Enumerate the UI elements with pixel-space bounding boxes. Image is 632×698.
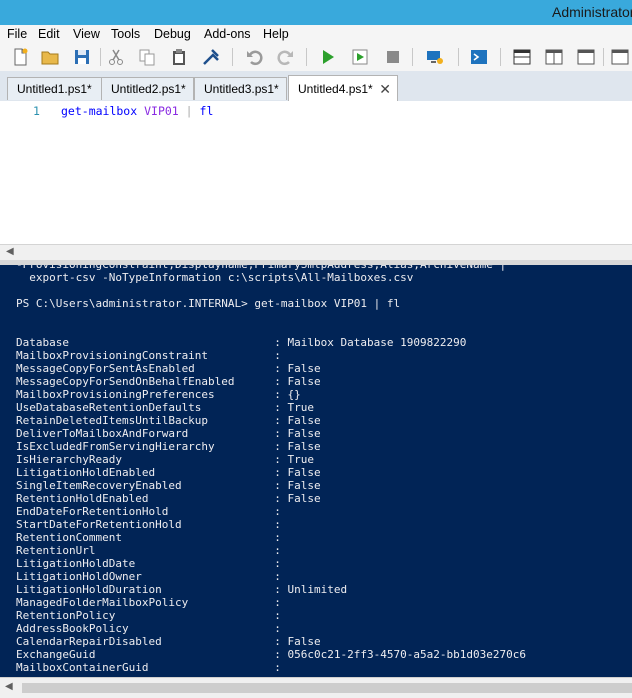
property-line: RetainDeletedItemsUntilBackup : False — [16, 414, 321, 427]
scroll-thumb[interactable] — [22, 683, 632, 693]
property-line: Database : Mailbox Database 1909822290 — [16, 336, 467, 349]
show-script-maximized-icon[interactable] — [576, 47, 596, 67]
remote-powershell-icon[interactable] — [425, 47, 445, 67]
save-icon[interactable] — [72, 47, 92, 67]
property-line: MailboxProvisioningPreferences : {} — [16, 388, 301, 401]
property-line: MailboxContainerGuid : — [16, 661, 288, 674]
property-line: RetentionHoldEnabled : False — [16, 492, 321, 505]
script-editor[interactable]: 1 get-mailbox VIP01 | fl — [0, 101, 632, 244]
property-line: LitigationHoldEnabled : False — [16, 466, 321, 479]
console-output: -ProvisioningConstraint,Displayname,Prim… — [16, 265, 526, 674]
property-line: IsHierarchyReady : True — [16, 453, 315, 466]
menu-view[interactable]: View — [73, 27, 100, 41]
show-script-right-icon[interactable] — [544, 47, 564, 67]
property-line: MessageCopyForSendOnBehalfEnabled : Fals… — [16, 375, 321, 388]
cut-icon[interactable] — [106, 47, 126, 67]
new-file-icon[interactable] — [10, 47, 30, 67]
tab-untitled4[interactable]: Untitled4.ps1* ✕ — [288, 75, 398, 101]
property-line: ExchangeGuid : 056c0c21-2ff3-4570-a5a2-b… — [16, 648, 526, 661]
toolbar — [0, 43, 632, 71]
format-token: fl — [199, 104, 214, 118]
powershell-console-icon[interactable] — [469, 47, 489, 67]
property-line: RetentionComment : — [16, 531, 288, 544]
tab-label: Untitled1.ps1* — [17, 82, 92, 96]
menu-bar: File Edit View Tools Debug Add-ons Help — [0, 25, 632, 43]
stop-icon[interactable] — [383, 47, 403, 67]
property-line: StartDateForRetentionHold : — [16, 518, 288, 531]
pipe-token: | — [185, 104, 193, 118]
open-folder-icon[interactable] — [40, 47, 60, 67]
scroll-left-icon[interactable]: ◀ — [5, 681, 13, 692]
property-line: SingleItemRecoveryEnabled : False — [16, 479, 321, 492]
menu-edit[interactable]: Edit — [38, 27, 60, 41]
cmdlet-token: get-mailbox — [61, 104, 138, 118]
show-commands-icon[interactable] — [610, 47, 630, 67]
scroll-left-icon[interactable]: ◀ — [6, 246, 14, 257]
property-line: RetentionUrl : — [16, 544, 288, 557]
tab-untitled1[interactable]: Untitled1.ps1* — [7, 77, 104, 100]
menu-file[interactable]: File — [7, 27, 27, 41]
undo-icon[interactable] — [244, 47, 264, 67]
property-line: UseDatabaseRetentionDefaults : True — [16, 401, 315, 414]
console-pane[interactable]: -ProvisioningConstraint,Displayname,Prim… — [0, 265, 632, 677]
copy-icon[interactable] — [137, 47, 157, 67]
console-prompt: PS C:\Users\administrator.INTERNAL> get-… — [16, 297, 401, 310]
property-line: RetentionPolicy : — [16, 609, 288, 622]
console-horizontal-scrollbar[interactable]: ◀ — [0, 677, 632, 698]
tab-untitled2[interactable]: Untitled2.ps1* — [101, 77, 194, 100]
tab-label: Untitled4.ps1* — [298, 82, 373, 96]
property-line: LitigationHoldDate : — [16, 557, 288, 570]
editor-horizontal-scrollbar[interactable]: ◀ — [0, 244, 632, 261]
run-selection-icon[interactable] — [350, 47, 370, 67]
paste-icon[interactable] — [169, 47, 189, 67]
property-line: LitigationHoldOwner : — [16, 570, 288, 583]
menu-debug[interactable]: Debug — [154, 27, 191, 41]
window-title: Administrator — [552, 4, 632, 20]
property-line: MessageCopyForSentAsEnabled : False — [16, 362, 321, 375]
console-line: export-csv -NoTypeInformation c:\scripts… — [16, 271, 414, 284]
code-line[interactable]: get-mailbox VIP01 | fl — [61, 104, 213, 118]
menu-addons[interactable]: Add-ons — [204, 27, 251, 41]
property-line: AddressBookPolicy : — [16, 622, 288, 635]
line-number: 1 — [33, 104, 40, 118]
clear-icon[interactable] — [201, 47, 221, 67]
redo-icon[interactable] — [276, 47, 296, 67]
tab-label: Untitled3.ps1* — [204, 82, 279, 96]
property-line: MailboxProvisioningConstraint : — [16, 349, 288, 362]
argument-token: VIP01 — [144, 104, 179, 118]
property-line: ManagedFolderMailboxPolicy : — [16, 596, 288, 609]
property-line: CalendarRepairDisabled : False — [16, 635, 321, 648]
property-line: LitigationHoldDuration : Unlimited — [16, 583, 348, 596]
property-line: IsExcludedFromServingHierarchy : False — [16, 440, 321, 453]
property-line: EndDateForRetentionHold : — [16, 505, 288, 518]
show-script-top-icon[interactable] — [512, 47, 532, 67]
menu-help[interactable]: Help — [263, 27, 289, 41]
title-bar: Administrator — [0, 0, 632, 25]
script-tab-strip: Untitled1.ps1* Untitled2.ps1* Untitled3.… — [0, 71, 632, 102]
menu-tools[interactable]: Tools — [111, 27, 140, 41]
close-tab-icon[interactable]: ✕ — [379, 76, 391, 102]
tab-untitled3[interactable]: Untitled3.ps1* — [194, 77, 287, 100]
property-line: DeliverToMailboxAndForward : False — [16, 427, 321, 440]
run-icon[interactable] — [318, 47, 338, 67]
tab-label: Untitled2.ps1* — [111, 82, 186, 96]
